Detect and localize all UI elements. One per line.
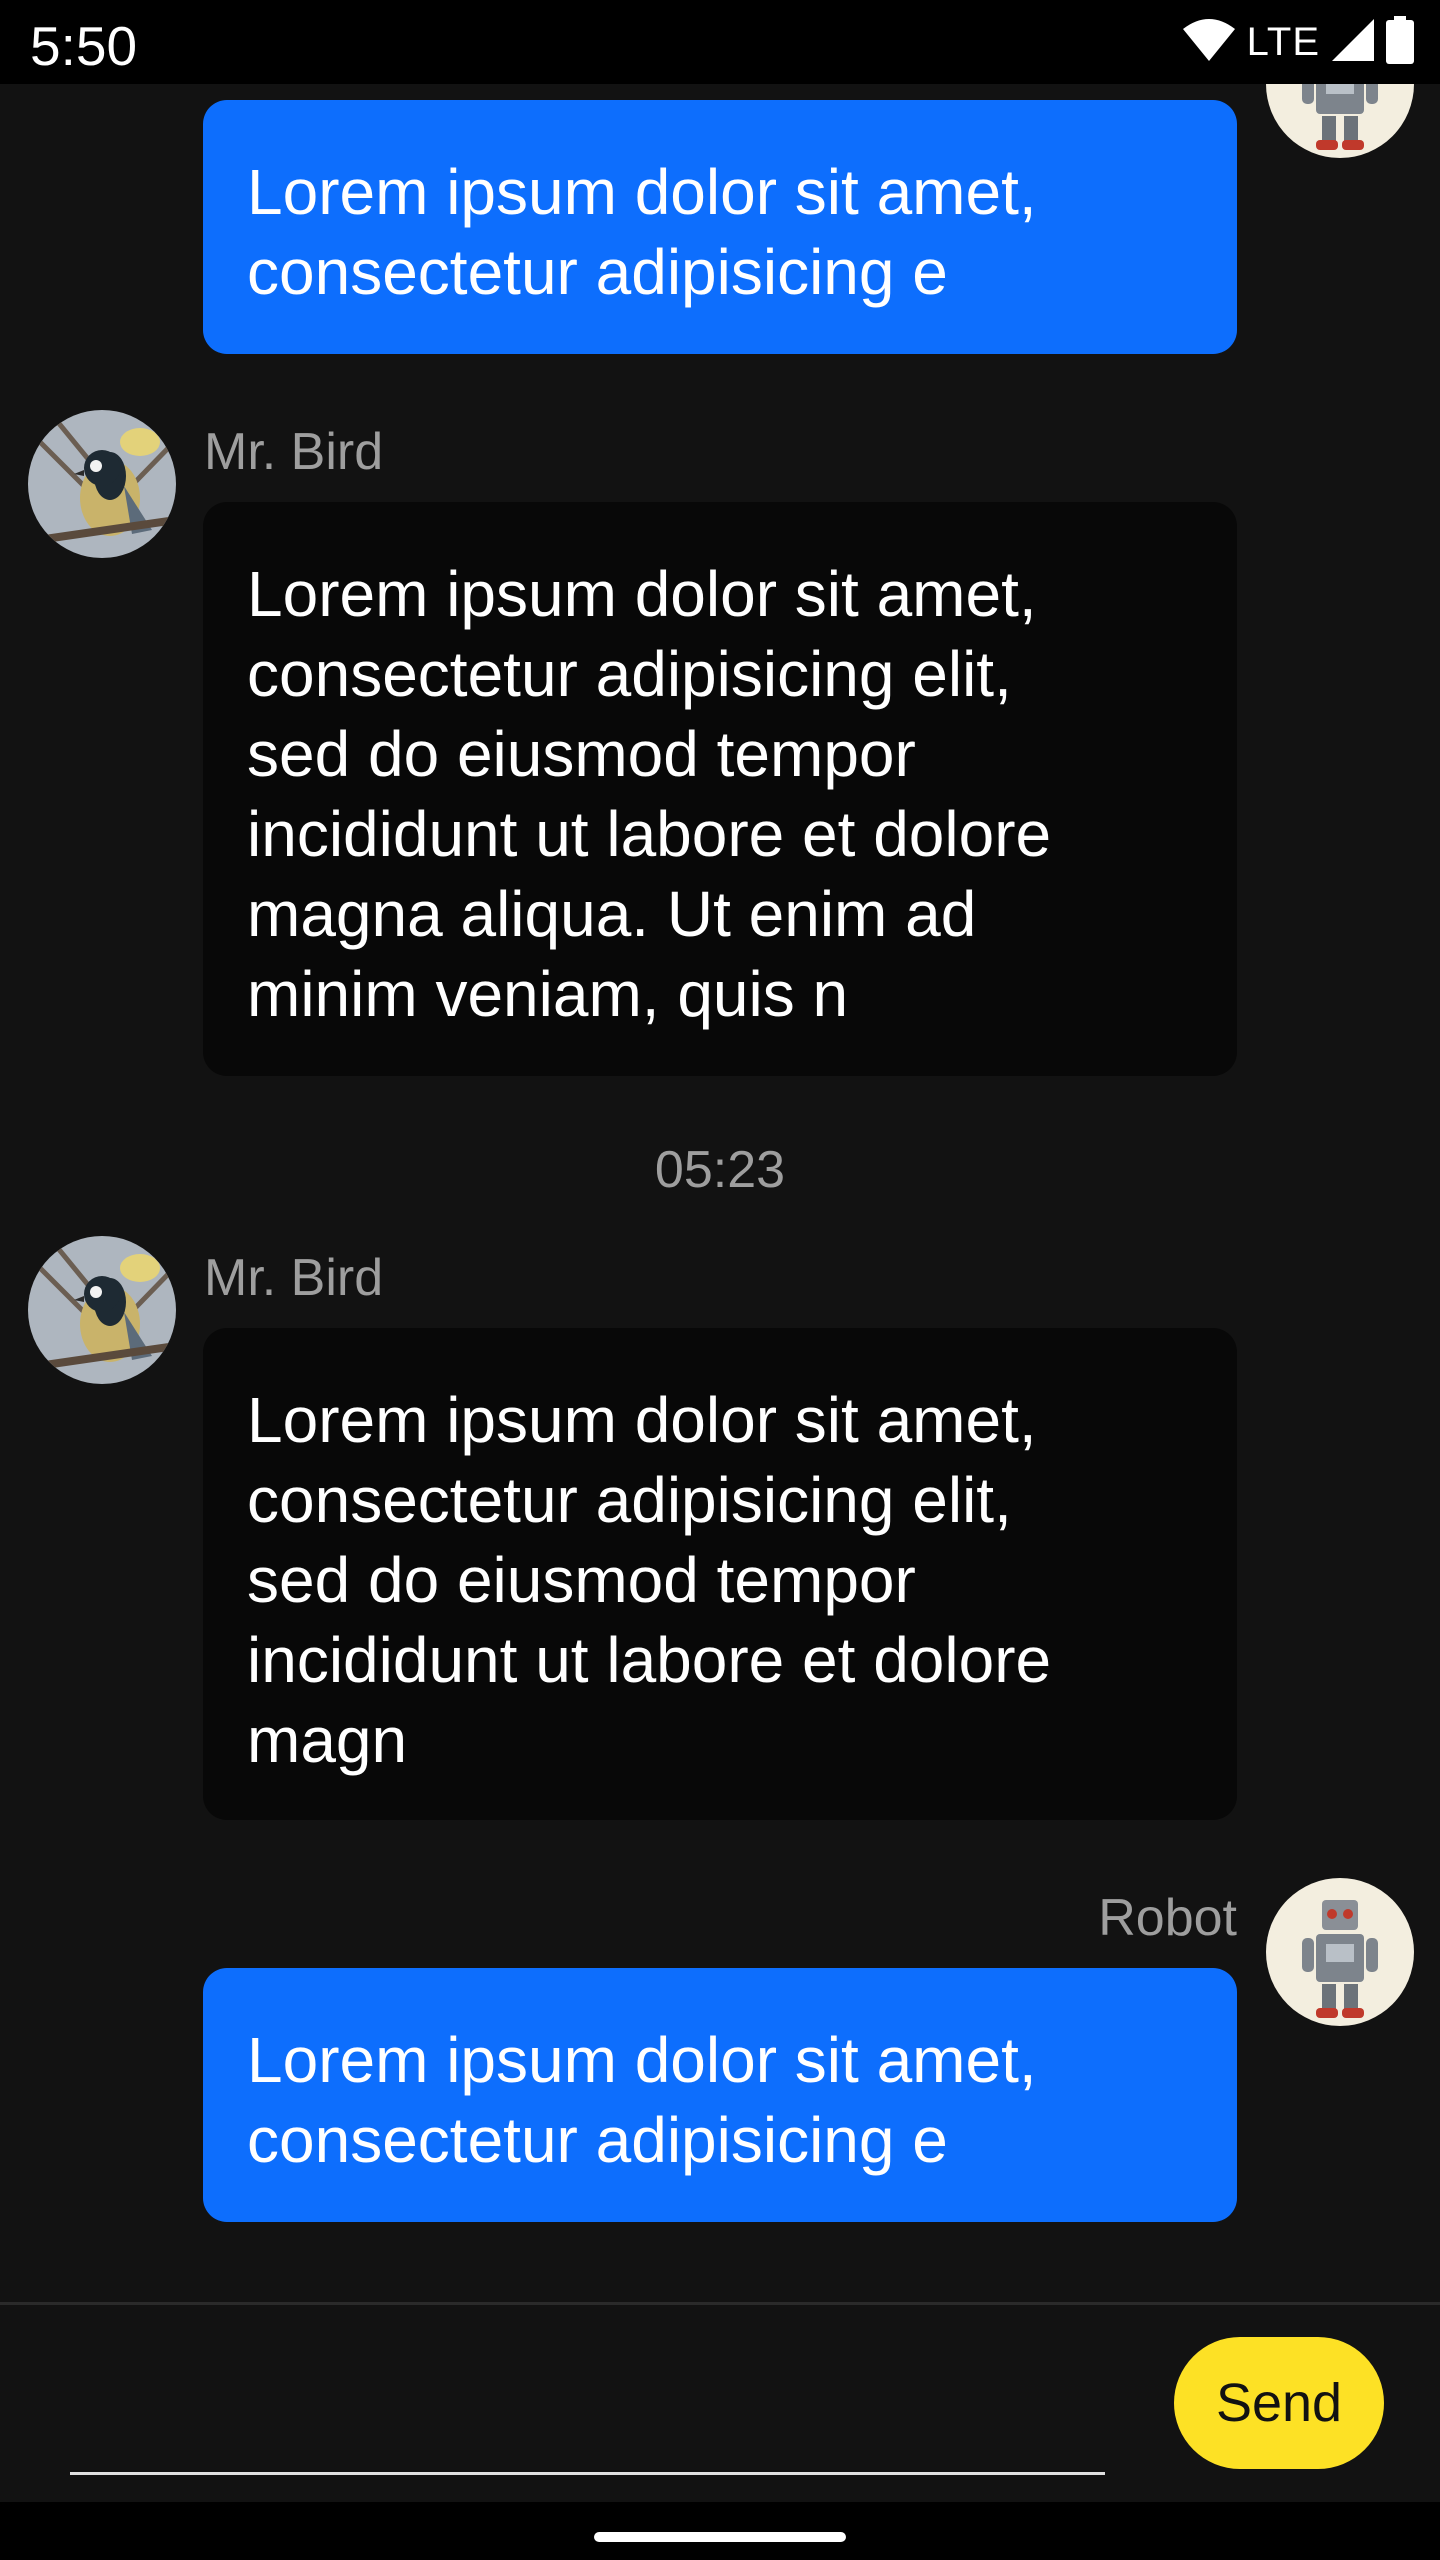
- time-separator: 05:23: [654, 1141, 786, 1199]
- bird-avatar[interactable]: [28, 1236, 176, 1384]
- home-indicator[interactable]: [594, 2532, 846, 2542]
- bird-avatar[interactable]: [28, 410, 176, 558]
- chat-messages[interactable]: Lorem ipsum dolor sit amet, consectetur …: [0, 84, 1440, 2302]
- robot-avatar[interactable]: [1266, 84, 1414, 158]
- message-bubble-incoming[interactable]: Lorem ipsum dolor sit amet, consectetur …: [203, 1328, 1237, 1820]
- message-text: Lorem ipsum dolor sit amet, consectetur …: [247, 2024, 1037, 2176]
- send-button[interactable]: Send: [1174, 2337, 1384, 2469]
- cell-signal-icon: [1330, 17, 1376, 68]
- status-time: 5:50: [30, 15, 138, 77]
- sender-name: Mr. Bird: [204, 423, 384, 481]
- status-bar: 5:50 LTE: [0, 0, 1440, 84]
- battery-icon: [1386, 15, 1414, 69]
- message-text: Lorem ipsum dolor sit amet, consectetur …: [247, 1384, 1052, 1776]
- navigation-bar: [0, 2502, 1440, 2560]
- message-text: Lorem ipsum dolor sit amet, consectetur …: [247, 156, 1037, 308]
- sender-name: Robot: [1098, 1889, 1237, 1947]
- message-text: Lorem ipsum dolor sit amet, consectetur …: [247, 558, 1052, 1030]
- wifi-icon: [1181, 17, 1237, 68]
- status-icons: LTE: [1181, 15, 1414, 69]
- message-bubble-outgoing[interactable]: Lorem ipsum dolor sit amet, consectetur …: [203, 100, 1237, 354]
- robot-avatar[interactable]: [1266, 1878, 1414, 2026]
- network-type: LTE: [1246, 19, 1320, 64]
- sender-name: Mr. Bird: [204, 1249, 384, 1307]
- message-bubble-incoming[interactable]: Lorem ipsum dolor sit amet, consectetur …: [203, 502, 1237, 1076]
- message-input[interactable]: [70, 2405, 1105, 2475]
- message-bubble-outgoing[interactable]: Lorem ipsum dolor sit amet, consectetur …: [203, 1968, 1237, 2222]
- message-composer: Send: [0, 2302, 1440, 2502]
